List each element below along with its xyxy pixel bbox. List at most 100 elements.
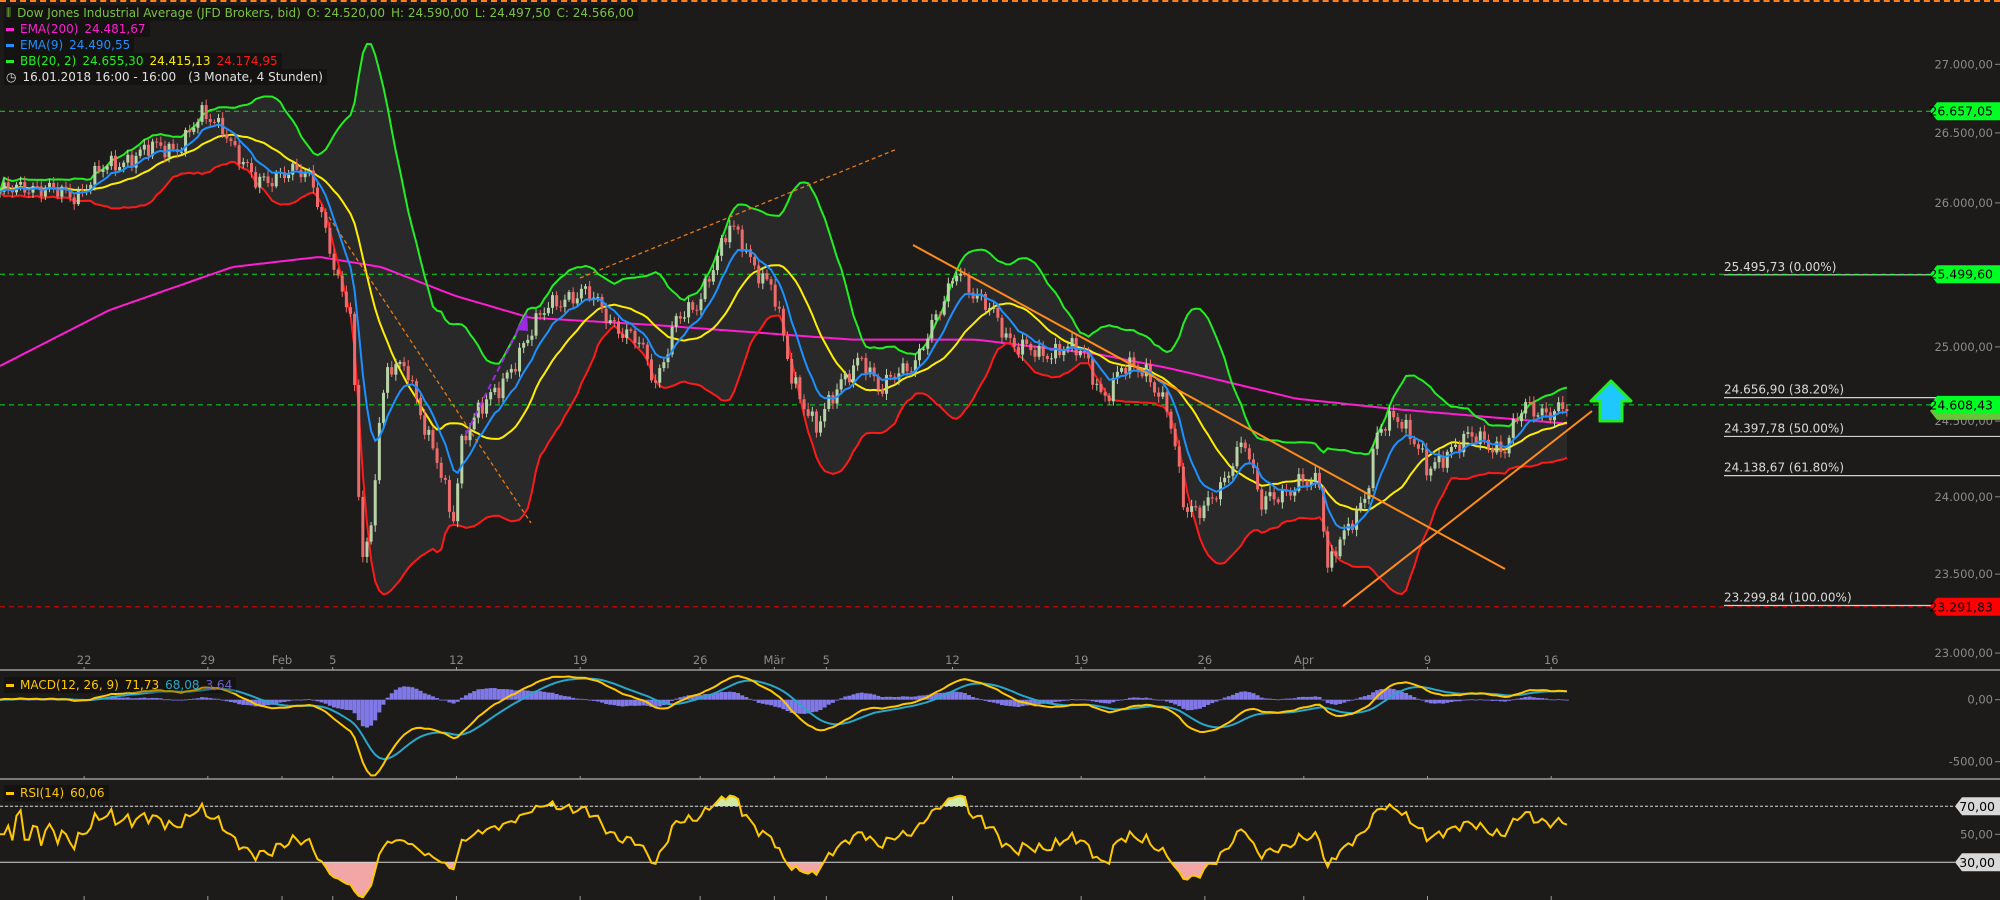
- candle-body[interactable]: [39, 186, 43, 197]
- candle-body[interactable]: [534, 313, 538, 336]
- candle-body[interactable]: [658, 368, 662, 383]
- candle-body[interactable]: [1301, 474, 1305, 482]
- candle-body[interactable]: [1482, 431, 1486, 440]
- candle-body[interactable]: [1198, 507, 1202, 519]
- candle-body[interactable]: [489, 392, 493, 400]
- candle-body[interactable]: [485, 399, 489, 414]
- candle-body[interactable]: [443, 477, 447, 480]
- candle-body[interactable]: [258, 176, 262, 188]
- candle-body[interactable]: [996, 307, 1000, 318]
- candle-body[interactable]: [225, 134, 229, 139]
- candle-body[interactable]: [1186, 507, 1190, 512]
- candle-body[interactable]: [612, 320, 616, 322]
- candle-body[interactable]: [138, 149, 142, 156]
- candle-body[interactable]: [1037, 345, 1041, 357]
- candle-body[interactable]: [604, 308, 608, 324]
- candle-body[interactable]: [336, 269, 340, 276]
- candle-body[interactable]: [250, 163, 254, 173]
- candle-body[interactable]: [419, 397, 423, 416]
- candle-body[interactable]: [287, 174, 291, 179]
- candle-body[interactable]: [1334, 551, 1338, 557]
- candle-body[interactable]: [715, 255, 719, 271]
- candle-body[interactable]: [324, 212, 328, 228]
- macd-legend[interactable]: MACD(12, 26, 9) 71,73 68,08 3,64: [4, 677, 237, 693]
- candle-body[interactable]: [959, 273, 963, 276]
- candle-body[interactable]: [1025, 339, 1029, 344]
- candle-body[interactable]: [1412, 439, 1416, 445]
- candle-body[interactable]: [1276, 499, 1280, 503]
- candle-body[interactable]: [1437, 455, 1441, 463]
- candle-body[interactable]: [501, 378, 505, 399]
- candle-body[interactable]: [1243, 442, 1247, 449]
- candle-body[interactable]: [1470, 432, 1474, 437]
- candle-body[interactable]: [254, 172, 258, 188]
- candle-body[interactable]: [608, 320, 612, 324]
- candle-body[interactable]: [464, 435, 468, 441]
- candle-body[interactable]: [1153, 382, 1157, 393]
- candle-body[interactable]: [1313, 472, 1317, 482]
- candle-body[interactable]: [1223, 477, 1227, 483]
- candle-body[interactable]: [456, 483, 460, 522]
- candle-body[interactable]: [860, 357, 864, 359]
- candle-body[interactable]: [1268, 492, 1272, 497]
- candle-body[interactable]: [1528, 402, 1532, 404]
- candle-body[interactable]: [122, 162, 126, 167]
- candle-body[interactable]: [1169, 411, 1173, 429]
- candle-body[interactable]: [699, 299, 703, 311]
- candle-body[interactable]: [406, 366, 410, 380]
- candle-body[interactable]: [682, 317, 686, 319]
- candle-body[interactable]: [1177, 446, 1181, 467]
- candle-body[interactable]: [109, 155, 113, 167]
- candle-body[interactable]: [1520, 413, 1524, 422]
- candle-body[interactable]: [641, 342, 645, 345]
- candle-body[interactable]: [513, 368, 517, 372]
- candle-body[interactable]: [732, 225, 736, 227]
- candle-body[interactable]: [344, 291, 348, 308]
- candle-body[interactable]: [1503, 451, 1507, 454]
- candle-body[interactable]: [1016, 346, 1020, 355]
- candle-body[interactable]: [736, 226, 740, 230]
- candle-body[interactable]: [1239, 442, 1243, 448]
- candle-body[interactable]: [1491, 448, 1495, 453]
- candle-body[interactable]: [410, 379, 414, 382]
- candle-body[interactable]: [159, 142, 163, 146]
- candle-body[interactable]: [468, 429, 472, 441]
- candle-body[interactable]: [476, 402, 480, 418]
- candle-body[interactable]: [530, 335, 534, 340]
- candle-body[interactable]: [992, 307, 996, 309]
- ema200-legend[interactable]: EMA(200) 24.481,67: [4, 21, 150, 37]
- candle-body[interactable]: [1524, 402, 1528, 414]
- candle-body[interactable]: [47, 182, 51, 188]
- candle-body[interactable]: [918, 348, 922, 361]
- candle-body[interactable]: [155, 141, 159, 143]
- candle-body[interactable]: [798, 377, 802, 400]
- candle-body[interactable]: [1181, 466, 1185, 508]
- candle-body[interactable]: [509, 368, 513, 373]
- candle-body[interactable]: [1045, 355, 1049, 359]
- candle-body[interactable]: [967, 274, 971, 293]
- candle-body[interactable]: [6, 182, 10, 190]
- candle-body[interactable]: [229, 138, 233, 141]
- candle-body[interactable]: [518, 347, 522, 372]
- candle-body[interactable]: [1194, 506, 1198, 508]
- candle-body[interactable]: [823, 408, 827, 422]
- candle-body[interactable]: [1421, 448, 1425, 450]
- candle-body[interactable]: [1557, 402, 1561, 412]
- candle-body[interactable]: [1532, 402, 1536, 417]
- candle-body[interactable]: [460, 435, 464, 484]
- candle-body[interactable]: [217, 117, 221, 123]
- candle-body[interactable]: [93, 165, 97, 185]
- candle-body[interactable]: [1049, 358, 1053, 360]
- candle-body[interactable]: [885, 374, 889, 394]
- candle-body[interactable]: [398, 362, 402, 364]
- candle-body[interactable]: [353, 313, 357, 385]
- candle-body[interactable]: [52, 182, 56, 188]
- candle-body[interactable]: [703, 278, 707, 300]
- candle-body[interactable]: [1565, 408, 1569, 412]
- candle-body[interactable]: [584, 286, 588, 289]
- candle-body[interactable]: [724, 238, 728, 243]
- candle-body[interactable]: [1124, 367, 1128, 374]
- bb-legend[interactable]: BB(20, 2) 24.655,30 24.415,13 24.174,95: [4, 53, 282, 69]
- candle-body[interactable]: [720, 238, 724, 256]
- candle-body[interactable]: [1379, 429, 1383, 433]
